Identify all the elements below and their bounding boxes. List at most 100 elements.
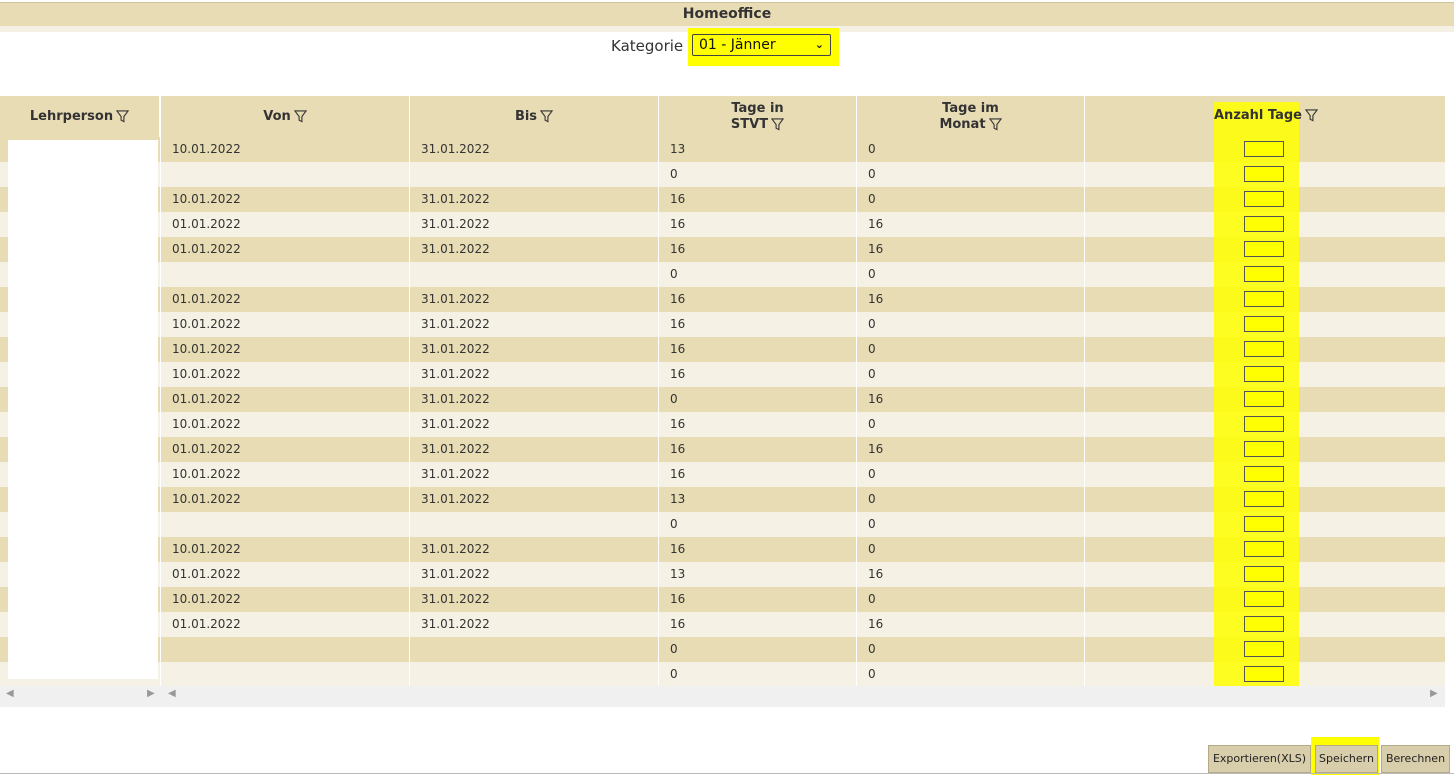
- scroll-left-icon[interactable]: ◀: [168, 688, 176, 699]
- anzahl-tage-input[interactable]: [1244, 141, 1284, 157]
- von-cell: 01.01.2022: [161, 612, 410, 637]
- bis-cell: 31.01.2022: [410, 312, 659, 337]
- anzahl-tage-input[interactable]: [1244, 341, 1284, 357]
- tage-monat-cell: 16: [857, 387, 1085, 412]
- tage-monat-cell: 16: [857, 437, 1085, 462]
- tage-stvt-cell: 0: [659, 262, 857, 287]
- von-cell: 10.01.2022: [161, 337, 410, 362]
- page-title: Homeoffice: [0, 2, 1454, 26]
- chevron-down-icon: ⌄: [814, 38, 824, 51]
- von-cell: 10.01.2022: [161, 462, 410, 487]
- anzahl-tage-input[interactable]: [1244, 641, 1284, 657]
- save-button[interactable]: Speichern: [1315, 745, 1378, 773]
- von-cell: 10.01.2022: [161, 537, 410, 562]
- anzahl-tage-input[interactable]: [1244, 166, 1284, 182]
- von-cell: 10.01.2022: [161, 412, 410, 437]
- filter-icon[interactable]: [293, 110, 307, 123]
- anzahl-tage-input[interactable]: [1244, 216, 1284, 232]
- tage-monat-cell: 16: [857, 212, 1085, 237]
- anzahl-tage-input[interactable]: [1244, 441, 1284, 457]
- kategorie-select[interactable]: 01 - Jänner ⌄: [692, 34, 831, 56]
- filter-icon[interactable]: [540, 110, 554, 123]
- calculate-button[interactable]: Berechnen: [1381, 745, 1450, 773]
- von-cell: 01.01.2022: [161, 562, 410, 587]
- bis-cell: 31.01.2022: [410, 587, 659, 612]
- bis-cell: 31.01.2022: [410, 137, 659, 162]
- tage-stvt-cell: 16: [659, 612, 857, 637]
- tage-stvt-cell: 16: [659, 437, 857, 462]
- scroll-right-icon[interactable]: ▶: [147, 688, 155, 699]
- kategorie-label: Kategorie: [611, 37, 684, 55]
- filter-icon[interactable]: [116, 110, 130, 123]
- anzahl-tage-input[interactable]: [1244, 391, 1284, 407]
- kategorie-selected-value: 01 - Jänner: [699, 37, 776, 53]
- column-header-lehrperson-label: Lehrperson: [29, 109, 114, 124]
- tage-stvt-cell: 13: [659, 487, 857, 512]
- von-cell: 10.01.2022: [161, 312, 410, 337]
- anzahl-tage-input[interactable]: [1244, 316, 1284, 332]
- von-cell: 01.01.2022: [161, 287, 410, 312]
- column-header-bis-label: Bis: [514, 108, 538, 124]
- anzahl-tage-input[interactable]: [1244, 516, 1284, 532]
- column-header-tage-stvt-line2: STVT: [730, 116, 769, 132]
- column-header-anzahl-tage-label: Anzahl Tage: [1214, 108, 1302, 123]
- tage-stvt-cell: 16: [659, 587, 857, 612]
- tage-stvt-cell: 13: [659, 562, 857, 587]
- filter-icon[interactable]: [771, 117, 785, 131]
- lehrperson-redacted-area: [8, 140, 158, 679]
- tage-monat-cell: 0: [857, 362, 1085, 387]
- anzahl-tage-input[interactable]: [1244, 291, 1284, 307]
- anzahl-tage-input[interactable]: [1244, 616, 1284, 632]
- filter-icon[interactable]: [988, 117, 1002, 131]
- anzahl-tage-input[interactable]: [1244, 266, 1284, 282]
- tage-monat-cell: 0: [857, 412, 1085, 437]
- anzahl-tage-input[interactable]: [1244, 491, 1284, 507]
- tage-stvt-cell: 16: [659, 312, 857, 337]
- filter-icon[interactable]: [1304, 109, 1318, 122]
- von-cell: 10.01.2022: [161, 137, 410, 162]
- scroll-right-icon[interactable]: ▶: [1430, 688, 1438, 699]
- tage-monat-cell: 0: [857, 662, 1085, 687]
- tage-stvt-cell: 16: [659, 187, 857, 212]
- von-cell: 01.01.2022: [161, 237, 410, 262]
- anzahl-tage-input[interactable]: [1244, 591, 1284, 607]
- tage-stvt-cell: 13: [659, 137, 857, 162]
- anzahl-tage-input[interactable]: [1244, 541, 1284, 557]
- column-header-bis[interactable]: Bis: [410, 96, 659, 137]
- anzahl-tage-input[interactable]: [1244, 241, 1284, 257]
- bis-cell: [410, 662, 659, 687]
- column-header-von[interactable]: Von: [161, 96, 410, 137]
- tage-stvt-cell: 16: [659, 212, 857, 237]
- horizontal-scrollbar[interactable]: [0, 686, 1445, 707]
- tage-stvt-cell: 16: [659, 412, 857, 437]
- column-header-anzahl-tage[interactable]: Anzahl Tage: [1214, 108, 1318, 123]
- bis-cell: 31.01.2022: [410, 612, 659, 637]
- bis-cell: 31.01.2022: [410, 187, 659, 212]
- bis-cell: 31.01.2022: [410, 362, 659, 387]
- anzahl-tage-input[interactable]: [1244, 366, 1284, 382]
- von-cell: [161, 262, 410, 287]
- bis-cell: 31.01.2022: [410, 387, 659, 412]
- von-cell: [161, 162, 410, 187]
- von-cell: [161, 662, 410, 687]
- bis-cell: 31.01.2022: [410, 412, 659, 437]
- anzahl-tage-input[interactable]: [1244, 566, 1284, 582]
- column-header-tage-monat[interactable]: Tage im Monat: [857, 96, 1085, 137]
- scroll-left-icon[interactable]: ◀: [6, 688, 14, 699]
- column-header-tage-stvt[interactable]: Tage in STVT: [659, 96, 857, 137]
- tage-monat-cell: 16: [857, 612, 1085, 637]
- anzahl-tage-input[interactable]: [1244, 666, 1284, 682]
- column-header-tage-monat-line1: Tage im: [942, 100, 999, 116]
- anzahl-tage-input[interactable]: [1244, 416, 1284, 432]
- bis-cell: [410, 512, 659, 537]
- anzahl-tage-input[interactable]: [1244, 191, 1284, 207]
- tage-stvt-cell: 16: [659, 287, 857, 312]
- tage-stvt-cell: 0: [659, 387, 857, 412]
- bis-cell: 31.01.2022: [410, 462, 659, 487]
- export-xls-button[interactable]: Exportieren(XLS): [1208, 745, 1311, 773]
- bis-cell: 31.01.2022: [410, 287, 659, 312]
- anzahl-tage-input[interactable]: [1244, 466, 1284, 482]
- column-header-lehrperson[interactable]: Lehrperson: [0, 96, 160, 137]
- bis-cell: 31.01.2022: [410, 537, 659, 562]
- tage-monat-cell: 0: [857, 162, 1085, 187]
